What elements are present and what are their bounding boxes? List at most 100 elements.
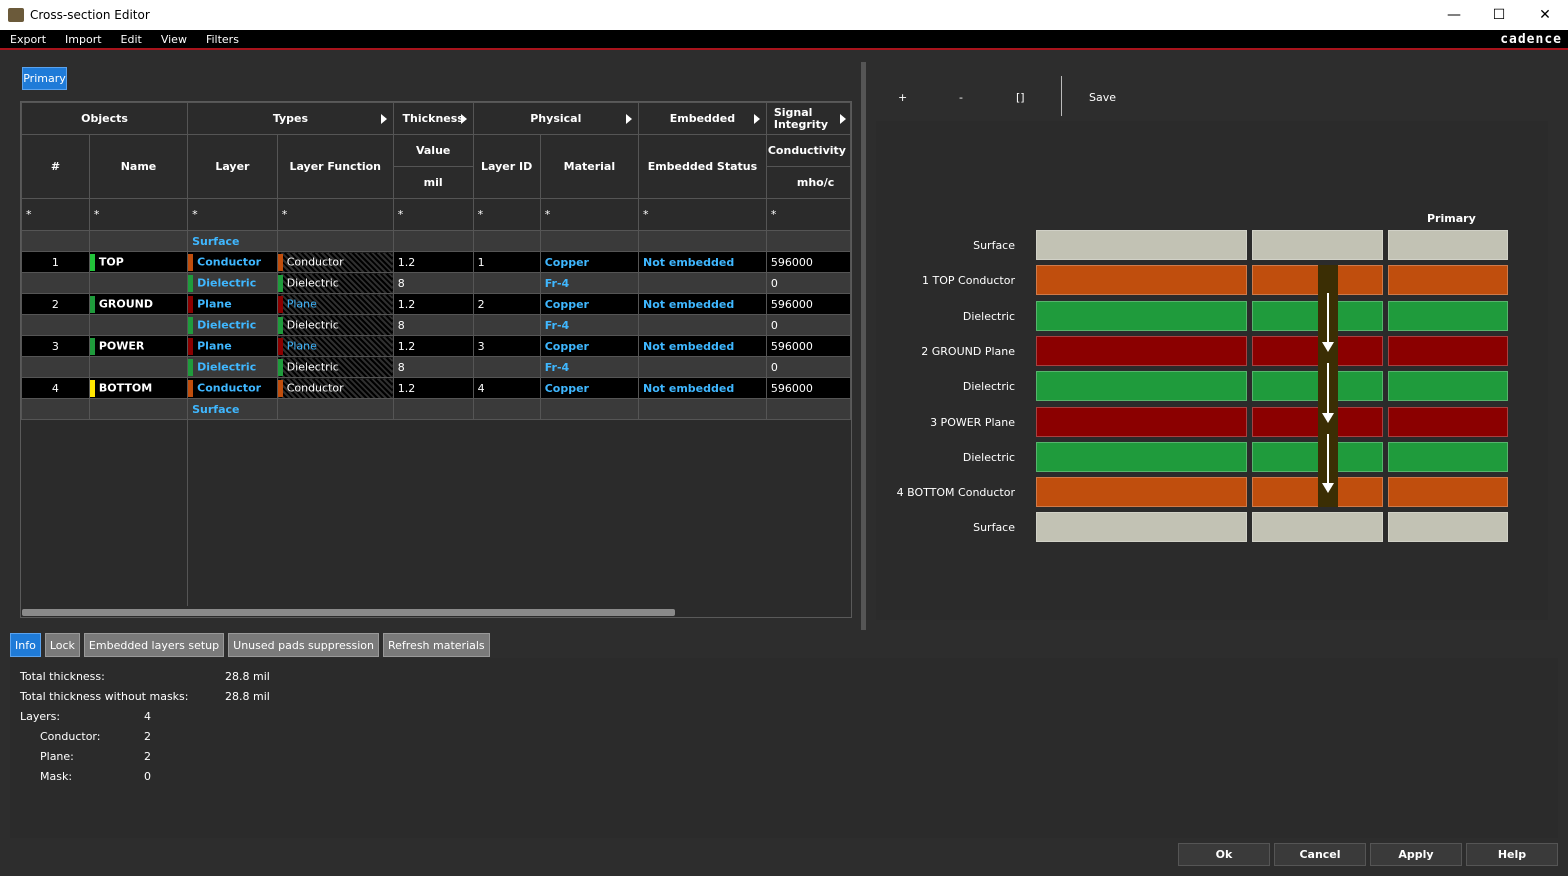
cell-number[interactable]: 4 (21, 377, 90, 399)
cell-layer-id[interactable]: 2 (472, 293, 541, 315)
cell-conductivity[interactable]: 596000 (765, 251, 852, 273)
cell-name[interactable] (88, 356, 189, 378)
cell-layer-id[interactable] (472, 230, 541, 252)
xsection-band-dielectric[interactable] (1036, 371, 1247, 401)
maximize-button[interactable]: ☐ (1476, 0, 1522, 30)
xsection-band-surface[interactable] (1388, 512, 1508, 542)
cell-material[interactable]: Fr-4 (539, 356, 640, 378)
cell-name[interactable] (88, 230, 189, 252)
cell-embedded-status[interactable]: Not embedded (638, 377, 767, 399)
cell-material[interactable] (539, 230, 640, 252)
cell-layer[interactable]: Conductor (187, 251, 278, 273)
cell-value[interactable]: 8 (392, 272, 474, 294)
xsection-band-dielectric[interactable] (1388, 442, 1508, 472)
cell-embedded-status[interactable] (638, 314, 767, 336)
filter-value[interactable]: * (392, 198, 474, 231)
group-physical[interactable]: Physical (472, 102, 640, 135)
table-row[interactable]: 2 GROUND Plane Plane 1.2 2 Copper Not embedded 5… (21, 293, 852, 315)
cell-layer[interactable]: Dielectric (187, 272, 278, 294)
apply-button[interactable]: Apply (1370, 843, 1462, 866)
menu-view[interactable]: View (151, 33, 196, 46)
xsection-band-surface[interactable] (1036, 512, 1247, 542)
xsection-band-surface[interactable] (1252, 512, 1383, 542)
cell-number[interactable] (21, 230, 90, 252)
cell-material[interactable]: Copper (539, 293, 640, 315)
col-layer-id[interactable]: Layer ID (472, 134, 541, 199)
xsection-band-conductor[interactable] (1388, 265, 1508, 295)
xsection-band-surface[interactable] (1036, 230, 1247, 260)
expand-arrow-icon[interactable] (753, 113, 760, 124)
cell-conductivity[interactable]: 0 (765, 356, 852, 378)
filter-number[interactable]: * (21, 198, 90, 231)
col-value[interactable]: Value (392, 134, 474, 167)
cell-number[interactable] (21, 356, 90, 378)
cell-number[interactable]: 2 (21, 293, 90, 315)
cell-embedded-status[interactable]: Not embedded (638, 251, 767, 273)
table-row[interactable]: Surface (21, 230, 852, 252)
group-signal-integrity[interactable]: Signal Integrity (765, 102, 852, 135)
expand-arrow-icon[interactable] (840, 113, 846, 124)
menu-edit[interactable]: Edit (111, 33, 151, 46)
close-button[interactable]: ✕ (1522, 0, 1568, 30)
cell-conductivity[interactable]: 0 (765, 314, 852, 336)
xsection-band-conductor[interactable] (1388, 477, 1508, 507)
col-layer[interactable]: Layer (187, 134, 278, 199)
ok-button[interactable]: Ok (1178, 843, 1270, 866)
cell-value[interactable]: 1.2 (392, 335, 474, 357)
xsection-band-conductor[interactable] (1036, 477, 1247, 507)
filter-embedded-status[interactable]: * (638, 198, 767, 231)
cell-layer-function[interactable]: Dielectric (276, 314, 394, 336)
table-row[interactable]: 1 TOP Conductor Conductor 1.2 1 Copper Not embe… (21, 251, 852, 273)
xsection-band-plane[interactable] (1388, 336, 1508, 366)
col-number[interactable]: # (21, 134, 90, 199)
table-row[interactable]: 3 POWER Plane Plane 1.2 3 Copper Not embedded 59… (21, 335, 852, 357)
horizontal-scrollbar[interactable] (22, 609, 675, 616)
filter-layer-function[interactable]: * (276, 198, 394, 231)
cell-layer-id[interactable] (472, 314, 541, 336)
col-layer-function[interactable]: Layer Function (276, 134, 394, 199)
xsection-band-surface[interactable] (1252, 230, 1383, 260)
cell-value[interactable] (392, 230, 474, 252)
xsection-band-surface[interactable] (1388, 230, 1508, 260)
cell-layer-id[interactable]: 4 (472, 377, 541, 399)
menu-export[interactable]: Export (0, 33, 55, 46)
group-embedded[interactable]: Embedded (638, 102, 767, 135)
col-material[interactable]: Material (539, 134, 640, 199)
cell-conductivity[interactable]: 0 (765, 272, 852, 294)
cell-embedded-status[interactable]: Not embedded (638, 335, 767, 357)
cell-layer[interactable]: Surface (187, 230, 278, 252)
save-button[interactable]: Save (1089, 91, 1116, 104)
cell-conductivity[interactable]: 596000 (765, 377, 852, 399)
xsection-band-plane[interactable] (1388, 407, 1508, 437)
cell-material[interactable]: Copper (539, 377, 640, 399)
fit-button[interactable]: [] (1016, 91, 1025, 104)
xsection-band-dielectric[interactable] (1388, 371, 1508, 401)
cell-name[interactable]: POWER (88, 335, 189, 357)
zoom-out-button[interactable]: - (959, 91, 963, 104)
help-button[interactable]: Help (1466, 843, 1558, 866)
group-types[interactable]: Types (187, 102, 394, 135)
cell-layer-function[interactable]: Conductor (276, 251, 394, 273)
cell-embedded-status[interactable]: Not embedded (638, 293, 767, 315)
cell-layer[interactable]: Surface (187, 398, 278, 420)
cell-layer-function[interactable]: Conductor (276, 377, 394, 399)
xsection-band-conductor[interactable] (1036, 265, 1247, 295)
filter-material[interactable]: * (539, 198, 640, 231)
expand-arrow-icon[interactable] (460, 113, 467, 124)
col-name[interactable]: Name (88, 134, 189, 199)
group-thickness[interactable]: Thickness (392, 102, 474, 135)
xsection-band-dielectric[interactable] (1036, 301, 1247, 331)
tab-unused-pads-suppression[interactable]: Unused pads suppression (228, 633, 379, 657)
xsection-band-plane[interactable] (1036, 336, 1247, 366)
cell-layer-id[interactable]: 3 (472, 335, 541, 357)
cell-name[interactable]: BOTTOM (88, 377, 189, 399)
cell-conductivity[interactable] (765, 398, 852, 420)
cell-material[interactable] (539, 398, 640, 420)
cell-name[interactable]: TOP (88, 251, 189, 273)
cell-number[interactable] (21, 314, 90, 336)
cell-conductivity[interactable]: 596000 (765, 293, 852, 315)
table-row[interactable]: Surface (21, 398, 852, 420)
menu-import[interactable]: Import (55, 33, 111, 46)
cell-number[interactable]: 3 (21, 335, 90, 357)
filter-layer-id[interactable]: * (472, 198, 541, 231)
